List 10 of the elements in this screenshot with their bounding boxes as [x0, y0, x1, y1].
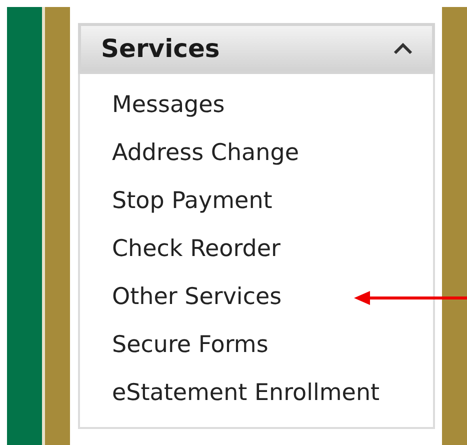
panel-title: Services — [101, 34, 220, 63]
menu-item[interactable]: Other Services — [112, 284, 282, 310]
menu-item[interactable]: Address Change — [112, 140, 299, 166]
panel-header[interactable]: Services — [78, 23, 435, 74]
menu-item[interactable]: Messages — [112, 92, 225, 118]
menu-item[interactable]: Stop Payment — [112, 188, 272, 214]
menu-item[interactable]: Check Reorder — [112, 236, 280, 262]
menu-item[interactable]: Secure Forms — [112, 332, 268, 358]
chevron-up-icon[interactable] — [392, 42, 414, 56]
menu-item[interactable]: eStatement Enrollment — [112, 380, 380, 406]
